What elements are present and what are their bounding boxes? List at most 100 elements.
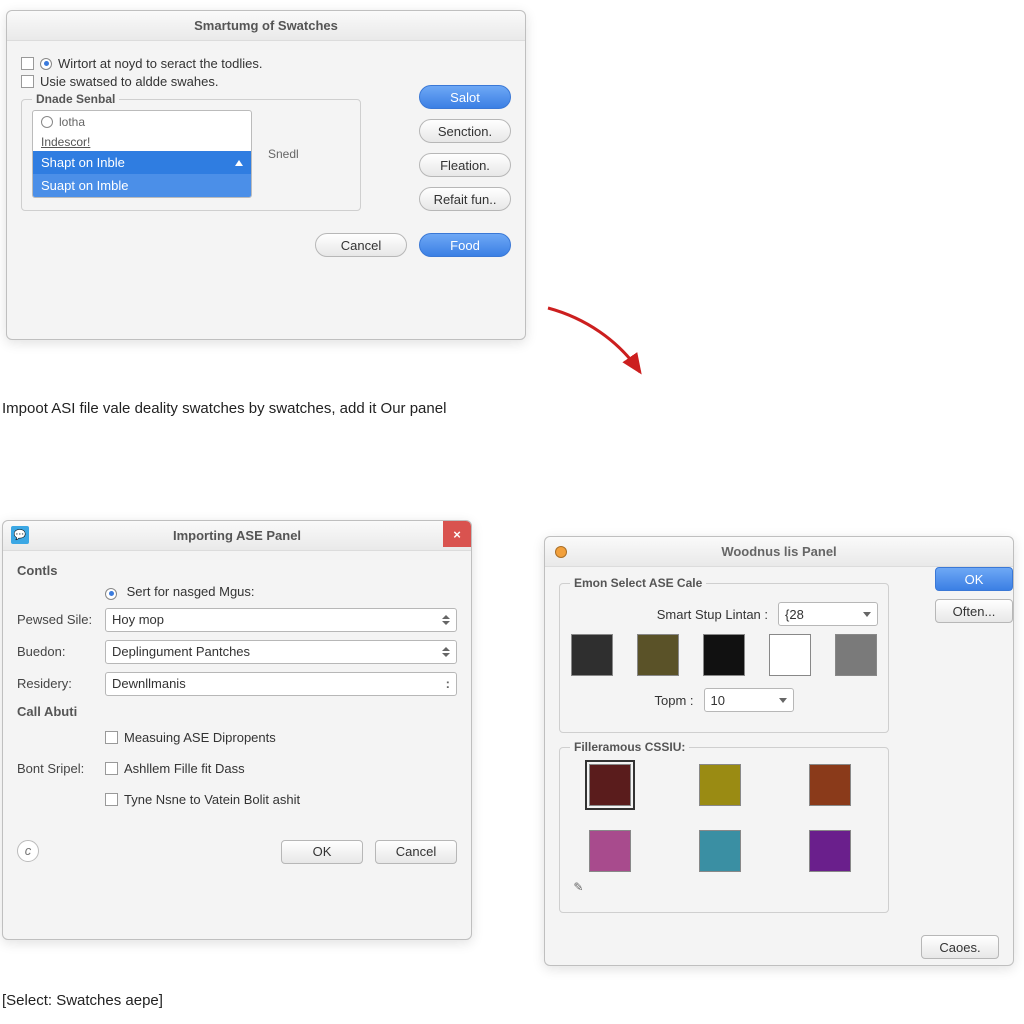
group-legend: Dnade Senbal — [32, 92, 119, 106]
dialog-body: OK Often... Emon Select ASE Cale Smart S… — [545, 567, 1013, 927]
chevron-down-icon — [779, 698, 787, 703]
swatch[interactable] — [637, 634, 679, 676]
senction-button[interactable]: Senction. — [419, 119, 511, 143]
listbox[interactable]: lotha Indescor! Shapt on Inble Suapt on … — [32, 110, 252, 198]
listbox-link[interactable]: Indescor! — [33, 133, 251, 151]
caption-text: Impoot ASI file vale deality swatches by… — [2, 400, 446, 417]
field-label: Smart Stup Lintan : — [570, 607, 768, 622]
dialog-title: Importing ASE Panel — [173, 528, 301, 543]
often-button[interactable]: Often... — [935, 599, 1013, 623]
checkbox-ashllem[interactable]: Ashllem Fille fit Dass — [105, 761, 300, 776]
select-value: Hoy mop — [112, 612, 164, 627]
checkbox-box-icon — [105, 731, 118, 744]
dialog-titlebar[interactable]: Woodnus lis Panel — [545, 537, 1013, 567]
swatch[interactable] — [809, 764, 851, 806]
app-icon: 💬 — [11, 526, 29, 544]
list-item[interactable]: Suapt on Imble — [33, 174, 251, 197]
select-value: Deplingument Pantches — [112, 644, 250, 659]
row-pewsed-sile: Pewsed Sile: Hoy mop — [17, 608, 457, 632]
radio-sert[interactable] — [105, 588, 117, 600]
updown-icon — [442, 647, 450, 657]
list-item-label: Shapt on Inble — [41, 155, 125, 170]
checkbox-label: Tyne Nsne to Vatein Bolit ashit — [124, 792, 300, 807]
checkbox-measuing[interactable]: Measuing ASE Dipropents — [105, 730, 300, 745]
row-bont-sripel: Bont Sripel: Measuing ASE Dipropents Ash… — [17, 727, 457, 810]
radio-icon — [41, 116, 53, 128]
select-value: 10 — [711, 693, 725, 708]
section-header: Call Abuti — [17, 704, 457, 719]
refait-button[interactable]: Refait fun.. — [419, 187, 511, 211]
colon-icon: : — [446, 676, 450, 691]
eyedropper-icon[interactable]: ✎ — [570, 880, 878, 894]
group-dnade-senbal: Dnade Senbal lotha Indescor! Shapt on In… — [21, 99, 361, 211]
updown-icon — [442, 615, 450, 625]
smart-stup-select[interactable]: {28 — [778, 602, 878, 626]
radio-icon — [40, 58, 52, 70]
fleation-button[interactable]: Fleation. — [419, 153, 511, 177]
chevron-down-icon — [863, 612, 871, 617]
swatch[interactable] — [809, 830, 851, 872]
field-label: Bont Sripel: — [17, 761, 95, 776]
caoes-button[interactable]: Caoes. — [921, 935, 999, 959]
field-label: Pewsed Sile: — [17, 612, 95, 627]
swatch[interactable] — [571, 634, 613, 676]
checkbox-label: Wirtort at noyd to seract the todlies. — [58, 56, 262, 71]
group-legend: Filleramous CSSIU: — [570, 740, 689, 754]
listbox-head-text: lotha — [59, 115, 85, 129]
salot-button[interactable]: Salot — [419, 85, 511, 109]
dialog-body: Contls Sert for nasged Mgus: Pewsed Sile… — [3, 551, 471, 832]
select-value: {28 — [785, 607, 804, 622]
field-label: Buedon: — [17, 644, 95, 659]
cancel-button[interactable]: Cancel — [375, 840, 457, 864]
swatch[interactable] — [699, 764, 741, 806]
ok-button[interactable]: OK — [281, 840, 363, 864]
field-label: Topm : — [654, 693, 693, 708]
section-header: Contls — [17, 563, 457, 578]
row-residery: Residery: Dewnllmanis : — [17, 672, 457, 696]
dialog-smartumg-swatches: Smartumg of Swatches Wirtort at noyd to … — [6, 10, 526, 340]
listbox-head: lotha — [33, 111, 251, 133]
swatch-row-1 — [570, 634, 878, 676]
dialog-titlebar[interactable]: Smartumg of Swatches — [7, 11, 525, 41]
swatch-grid — [570, 764, 878, 872]
select-value: Dewnllmanis — [112, 676, 186, 691]
topm-select[interactable]: 10 — [704, 688, 794, 712]
radio-label: Sert for nasged Mgus: — [127, 584, 255, 599]
checkbox-box-icon — [21, 57, 34, 70]
row-topm: Topm : 10 — [570, 688, 878, 712]
checkbox-box-icon — [105, 793, 118, 806]
checkbox-wirtort[interactable]: Wirtort at noyd to seract the todlies. — [21, 56, 511, 71]
group-filleramous: Filleramous CSSIU: ✎ — [559, 747, 889, 913]
swatch[interactable] — [699, 830, 741, 872]
food-button[interactable]: Food — [419, 233, 511, 257]
checkbox-tyne[interactable]: Tyne Nsne to Vatein Bolit ashit — [105, 792, 300, 807]
chevron-up-icon — [235, 160, 243, 166]
dialog-body: Wirtort at noyd to seract the todlies. U… — [7, 41, 525, 225]
list-item[interactable]: Shapt on Inble — [33, 151, 251, 174]
swatch[interactable] — [589, 764, 631, 806]
swatch[interactable] — [835, 634, 877, 676]
swatch[interactable] — [703, 634, 745, 676]
trafficlight-icon[interactable] — [555, 546, 567, 558]
close-button[interactable]: × — [443, 521, 471, 547]
dialog-title: Smartumg of Swatches — [194, 18, 338, 33]
dialog-woodnus-panel: Woodnus lis Panel OK Often... Emon Selec… — [544, 536, 1014, 966]
swatch[interactable] — [769, 634, 811, 676]
buedon-select[interactable]: Deplingument Pantches — [105, 640, 457, 664]
reset-button[interactable]: c — [17, 840, 39, 862]
swatch[interactable] — [589, 830, 631, 872]
residery-select[interactable]: Dewnllmanis : — [105, 672, 457, 696]
cancel-button[interactable]: Cancel — [315, 233, 407, 257]
checkbox-box-icon — [21, 75, 34, 88]
dialog-titlebar[interactable]: 💬 Importing ASE Panel × — [3, 521, 471, 551]
pewsed-sile-select[interactable]: Hoy mop — [105, 608, 457, 632]
dialog-importing-ase-panel: 💬 Importing ASE Panel × Contls Sert for … — [2, 520, 472, 940]
checkbox-label: Usie swatsed to aldde swahes. — [40, 74, 218, 89]
group-legend: Emon Select ASE Cale — [570, 576, 706, 590]
ok-button[interactable]: OK — [935, 567, 1013, 591]
side-label: Snedl — [268, 147, 299, 161]
button-stack: Salot Senction. Fleation. Refait fun.. — [419, 85, 511, 211]
arrow-icon — [540, 300, 660, 390]
list-item-label: Suapt on Imble — [41, 178, 128, 193]
checkbox-label: Ashllem Fille fit Dass — [124, 761, 245, 776]
